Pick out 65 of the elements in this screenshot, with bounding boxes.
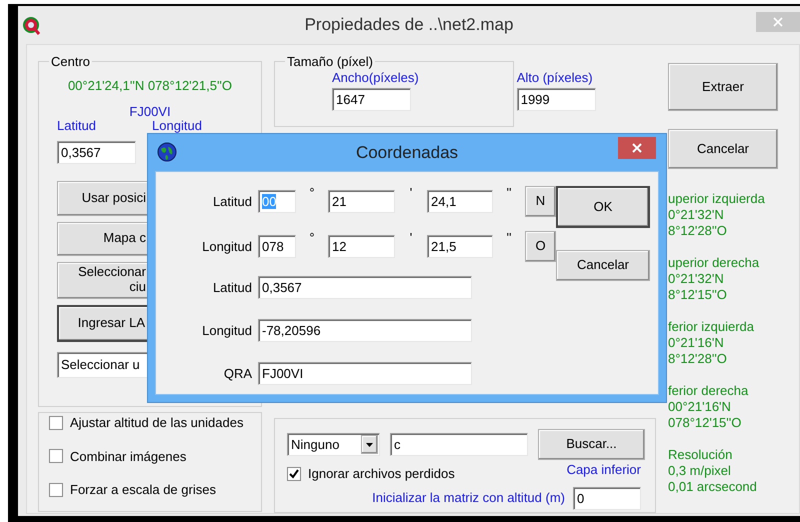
action-button[interactable]: Cancelar — [668, 129, 778, 169]
text-selection: 00 — [262, 194, 276, 209]
checkbox[interactable] — [49, 449, 63, 464]
browse-button[interactable]: Buscar... — [538, 429, 645, 460]
layer-label: Capa inferior — [566, 461, 641, 479]
dialog-title: Coordenadas — [356, 142, 458, 164]
checkbox-label: Combinar imágenes — [70, 448, 186, 466]
check-icon — [289, 468, 299, 479]
close-icon — [773, 17, 783, 27]
app-icon — [22, 16, 40, 35]
file-field[interactable]: c — [390, 433, 528, 456]
info-text: uperior derecha 0°21'32'N 8°12'15''O — [668, 255, 760, 303]
info-text: ferior derecha 00°21'16'N 078°12'15''O — [668, 383, 750, 431]
latitude-label: Latitud — [57, 117, 96, 135]
checkbox[interactable] — [49, 482, 63, 497]
width-label: Ancho(píxeles) — [332, 69, 419, 87]
text-selection: 078 — [262, 239, 284, 254]
checkbox-label: Ajustar altitud de las unidades — [70, 414, 244, 432]
checkbox[interactable] — [49, 416, 63, 430]
coordinate-field[interactable]: 0,3567 — [258, 276, 472, 299]
field-label: Latitud — [212, 192, 252, 211]
info-text: uperior izquierda 0°21'32'N 8°12'28''O — [668, 191, 766, 239]
degrees-field[interactable]: 078 — [258, 235, 296, 258]
select-value: Ninguno — [291, 436, 340, 454]
window-title: Propiedades de ..\net2.map — [304, 14, 514, 36]
width-field[interactable]: 1647 — [332, 88, 411, 110]
action-button[interactable]: Extraer — [668, 63, 778, 111]
dropdown-arrow-icon — [366, 442, 373, 446]
globe-icon — [157, 142, 177, 162]
dialog-button[interactable]: OK — [556, 186, 650, 228]
second-mark: '' — [506, 229, 512, 247]
hemisphere-button[interactable]: O — [525, 231, 556, 262]
info-text: Resolución 0,3 m/pixel 0,01 arcsecond — [668, 447, 758, 495]
minutes-field[interactable]: 12 — [328, 235, 395, 258]
degree-mark: ° — [308, 229, 316, 247]
field-label: Longitud — [201, 238, 252, 256]
field-label: Latitud — [212, 278, 252, 297]
info-text: ferior izquierda 0°21'16'N 8°12'28''O — [668, 319, 755, 367]
checkbox-label: Forzar a escala de grises — [70, 481, 216, 499]
coordinates-text: 00°21'24,1''N 078°12'21,5''O — [66, 77, 234, 95]
field-label: QRA — [222, 364, 252, 383]
checkbox-label: Ignorar archivos perdidos — [308, 465, 455, 483]
minutes-field[interactable]: 21 — [328, 190, 395, 213]
seconds-field[interactable]: 21,5 — [427, 235, 493, 258]
layer-select[interactable]: Ninguno — [287, 433, 380, 456]
degree-mark: ° — [308, 184, 316, 202]
altitude-label: Inicializar la matriz con altitud (m) — [372, 489, 565, 508]
second-mark: '' — [506, 184, 512, 202]
minute-mark: ' — [408, 184, 414, 202]
close-button[interactable] — [618, 137, 656, 159]
coordinate-field[interactable]: -78,20596 — [258, 319, 472, 342]
checkbox[interactable] — [287, 466, 301, 481]
seconds-field[interactable]: 24,1 — [427, 190, 493, 213]
height-label: Alto (píxeles) — [516, 69, 594, 87]
altitude-field[interactable]: 0 — [573, 486, 641, 510]
close-icon — [632, 143, 642, 153]
dialog-button[interactable]: Cancelar — [556, 250, 650, 281]
coordinate-field[interactable]: FJ00VI — [258, 362, 472, 385]
group-label: Centro — [50, 55, 92, 68]
minute-mark: ' — [408, 229, 414, 247]
group-label: Tamaño (píxel) — [286, 55, 374, 68]
field-label: Longitud — [201, 322, 252, 340]
hemisphere-button[interactable]: N — [525, 186, 556, 217]
latitude-field[interactable]: 0,3567 — [57, 140, 136, 164]
height-field[interactable]: 1999 — [516, 88, 596, 110]
